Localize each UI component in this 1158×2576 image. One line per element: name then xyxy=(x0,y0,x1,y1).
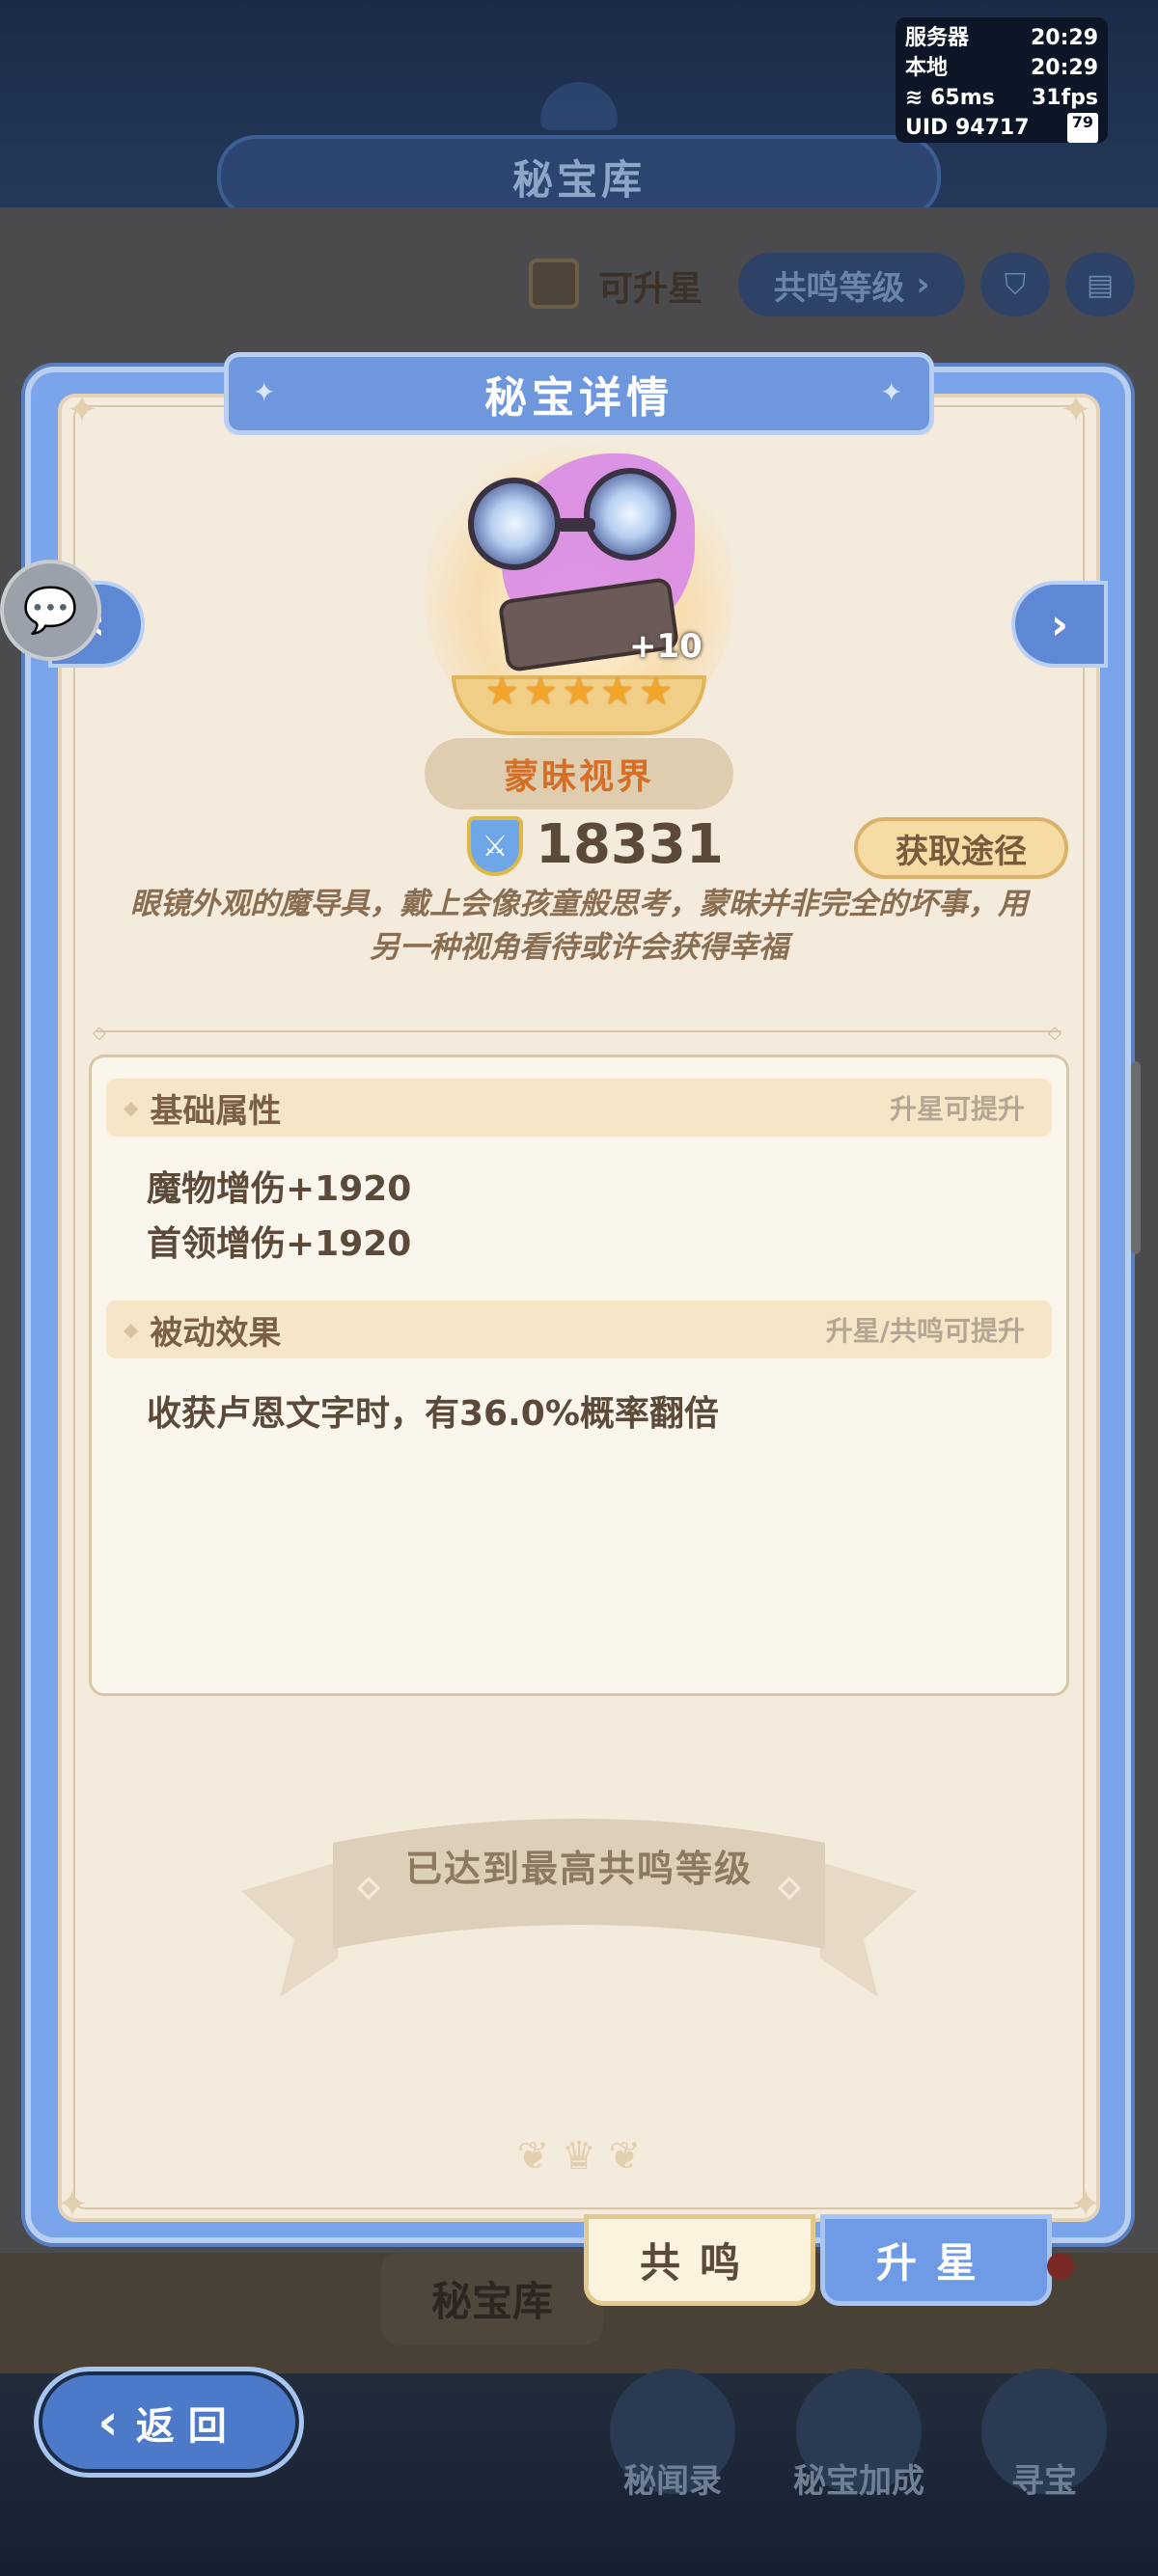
star-icon: ★ xyxy=(484,670,520,714)
attributes-panel xyxy=(89,1055,1069,1696)
basic-attribute-line: 魔物增伤+1920 xyxy=(147,1169,412,1209)
tab-resonance-label: 共鸣 xyxy=(639,2239,759,2287)
corner-ornament-icon: ✦ xyxy=(56,2182,89,2227)
back-arrow-icon: ‹ xyxy=(97,2393,119,2452)
sparkle-icon: ✦ xyxy=(880,376,903,408)
fps-value: 31fps xyxy=(1031,86,1098,110)
corner-ornament-icon: ✦ xyxy=(66,388,98,432)
uid-value: UID 94717 xyxy=(905,116,1030,140)
back-label: 返回 xyxy=(135,2403,240,2449)
obtain-source-label: 获取途径 xyxy=(896,832,1027,871)
filter-upgradable-checkbox[interactable] xyxy=(529,259,579,309)
performance-overlay: 服务器 20:29 本地 20:29 ≋ 65ms 31fps UID 94717 79 xyxy=(896,17,1108,143)
glasses-bridge-icon xyxy=(557,518,595,532)
diamond-icon: ◆ xyxy=(124,1318,139,1341)
modal-title: 秘宝详情 xyxy=(484,373,674,423)
glasses-lens-icon xyxy=(468,478,561,570)
background-tab-treasury[interactable]: 秘宝库 xyxy=(381,2253,603,2344)
back-button[interactable]: ‹ 返回 xyxy=(34,2367,304,2478)
server-time: 20:29 xyxy=(1030,26,1098,50)
section-divider xyxy=(96,1030,1062,1032)
artifact-name-plate: 蒙昧视界 xyxy=(425,738,733,809)
tab-upgrade-star-label: 升星 xyxy=(875,2239,996,2287)
passive-effects-title: 被动效果 xyxy=(150,1313,282,1353)
modal-title-banner: 秘宝详情 xyxy=(224,352,934,435)
shield-sword-icon: ⚔ xyxy=(467,816,523,876)
basic-attribute-line: 首领增伤+1920 xyxy=(147,1224,412,1264)
star-icon: ★ xyxy=(562,670,596,714)
basic-attributes-title: 基础属性 xyxy=(150,1091,282,1131)
diamond-icon: ◆ xyxy=(124,1096,139,1119)
artifact-level: +10 xyxy=(629,627,703,666)
notification-dot xyxy=(1047,2253,1074,2280)
corner-ornament-icon: ✦ xyxy=(1069,2182,1102,2227)
filter-icon[interactable]: ⛉ xyxy=(980,253,1050,316)
server-label: 服务器 xyxy=(905,26,970,50)
divider-diamond-icon: ◇ xyxy=(93,1023,106,1043)
crest-ornament-icon: ❦ ♛ ❦ xyxy=(516,2134,642,2179)
scrollbar[interactable] xyxy=(1131,1061,1141,1254)
secret-records-button[interactable]: 秘闻录 xyxy=(610,2369,735,2501)
local-label: 本地 xyxy=(905,56,949,80)
treasure-bonus-button[interactable]: 秘宝加成 xyxy=(793,2369,924,2501)
artifact-name: 蒙昧视界 xyxy=(503,757,654,797)
tab-resonance[interactable]: 共鸣 xyxy=(584,2214,815,2306)
chevron-right-icon: › xyxy=(904,265,930,304)
obtain-source-button[interactable]: 获取途径 xyxy=(854,817,1068,879)
treasure-hunt-label: 寻宝 xyxy=(1011,2462,1077,2501)
basic-attributes-hint: 升星可提升 xyxy=(889,1093,1025,1125)
tab-upgrade-star[interactable]: 升星 xyxy=(820,2214,1052,2306)
background-title: 秘宝库 xyxy=(511,155,646,204)
power-value: 18331 xyxy=(536,813,724,876)
local-time: 20:29 xyxy=(1030,56,1098,80)
background-title-bar: 秘宝库 xyxy=(217,135,941,218)
ping-value: 65ms xyxy=(930,86,995,110)
basic-attributes-header: ◆ 基础属性 升星可提升 xyxy=(106,1079,1052,1137)
next-artifact-button[interactable]: › xyxy=(1011,581,1108,668)
passive-effects-header: ◆ 被动效果 升星/共鸣可提升 xyxy=(106,1301,1052,1358)
wifi-icon: ≋ xyxy=(905,86,931,110)
sparkle-icon: ✦ xyxy=(253,376,276,408)
treasure-bonus-label: 秘宝加成 xyxy=(793,2462,924,2501)
star-icon: ★ xyxy=(523,670,559,714)
secret-records-label: 秘闻录 xyxy=(623,2462,722,2501)
glasses-lens-icon xyxy=(584,468,676,561)
max-resonance-text: 已达到最高共鸣等级 xyxy=(404,1848,753,1890)
star-icon: ★ xyxy=(638,670,674,714)
treasure-hunt-button[interactable]: 寻宝 xyxy=(981,2369,1107,2501)
book-icon[interactable]: ▤ xyxy=(1065,253,1135,316)
background-tab-treasury-label: 秘宝库 xyxy=(430,2278,553,2325)
artifact-stars: ★ ★ ★ ★ ★ xyxy=(482,670,676,718)
filter-upgradable-label: 可升星 xyxy=(598,269,703,309)
corner-ornament-icon: ✦ xyxy=(1060,388,1092,432)
divider-diamond-icon: ◇ xyxy=(1048,1023,1062,1043)
star-icon: ★ xyxy=(599,670,635,714)
chat-bubble-icon[interactable]: 💬 xyxy=(0,560,101,661)
sort-resonance-label: 共鸣等级 xyxy=(773,268,905,308)
battery-icon: 79 xyxy=(1066,113,1098,143)
arrow-right-icon: › xyxy=(1050,599,1069,649)
sort-resonance-button[interactable]: 共鸣等级 › xyxy=(738,253,965,316)
passive-effects-hint: 升星/共鸣可提升 xyxy=(825,1315,1025,1347)
artifact-description: 眼镜外观的魔导具，戴上会像孩童般思考，蒙昧并非完全的坏事，用另一种视角看待或许会… xyxy=(130,887,1028,965)
passive-effect-line: 收获卢恩文字时，有36.0%概率翻倍 xyxy=(147,1394,719,1434)
